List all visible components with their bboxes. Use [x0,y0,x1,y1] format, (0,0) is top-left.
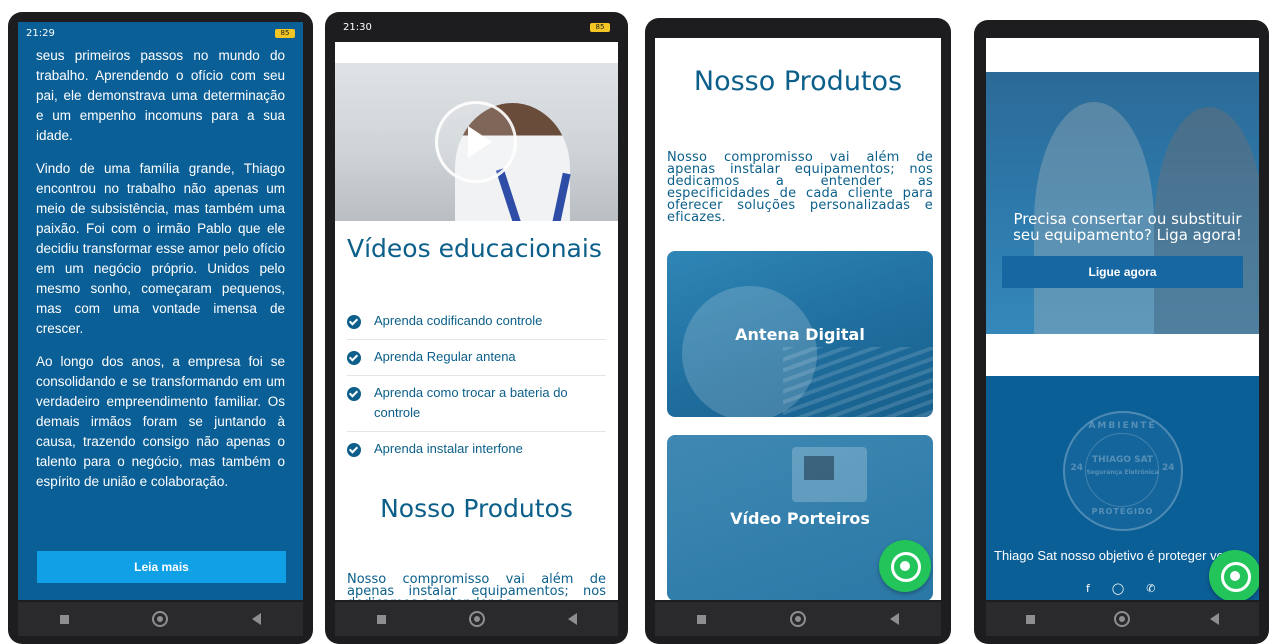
about-paragraph: Vindo de uma família grande, Thiago enco… [36,161,285,336]
battery-icon: 85 [275,28,295,38]
company-logo: AMBIENTE THIAGO SAT Segurança Eletrônica… [1062,411,1183,531]
status-bar [986,30,1259,38]
read-more-button[interactable]: Leia mais [37,551,286,583]
status-time: 21:29 [26,27,55,39]
about-text: seus primeiros passos no mundo do trabal… [36,46,285,505]
back-icon[interactable] [567,613,577,625]
android-nav-bar [335,602,618,636]
roof-image [783,347,933,417]
recents-icon[interactable] [1025,614,1035,624]
products-text: Nosso compromisso vai além de apenas ins… [347,572,606,600]
hero-banner: Precisa consertar ou substituir seu equi… [986,72,1259,334]
video-link[interactable]: Aprenda instalar interfone [374,439,523,459]
whatsapp-small-icon[interactable]: ✆ [1146,582,1155,595]
logo-hours-right: 24 [1161,463,1175,473]
screen: 21:29 85 seus primeiros passos no mundo … [18,22,303,600]
video-link[interactable]: Aprenda codificando controle [374,311,542,331]
screen: Nosso Produtos Nosso compromisso vai alé… [655,28,941,600]
video-list-item[interactable]: Aprenda como trocar a bateria do control… [347,376,606,432]
android-nav-bar [986,602,1259,636]
product-card-title: Vídeo Porteiros [730,508,870,528]
product-card-title: Antena Digital [735,324,865,344]
about-paragraph: seus primeiros passos no mundo do trabal… [36,48,285,143]
play-icon[interactable] [435,101,517,183]
facebook-icon[interactable]: f [1086,582,1090,595]
recents-icon[interactable] [59,614,69,624]
status-time: 21:30 [343,22,372,33]
home-icon[interactable] [1114,611,1131,627]
logo-hours-left: 24 [1070,463,1084,473]
phone-screenshot-2: 21:30 85 Vídeos educacionais Aprenda cod… [325,12,628,644]
video-link[interactable]: Aprenda como trocar a bateria do control… [374,383,606,423]
call-now-button[interactable]: Ligue agora [1002,256,1243,288]
home-icon[interactable] [152,611,169,627]
logo-bottom-text: PROTEGIDO [1091,507,1154,516]
whatsapp-icon[interactable] [879,540,931,592]
video-link[interactable]: Aprenda Regular antena [374,347,516,367]
video-list-item[interactable]: Aprenda codificando controle [347,304,606,340]
check-circle-icon [347,351,361,365]
back-icon[interactable] [890,613,899,625]
android-nav-bar [655,602,941,636]
products-title: Nosso Produtos [380,494,573,523]
product-card-antenna[interactable]: Antena Digital [667,251,933,417]
back-icon[interactable] [1210,613,1220,625]
phone-screenshot-3: Nosso Produtos Nosso compromisso vai alé… [645,18,951,644]
back-icon[interactable] [252,613,262,625]
android-nav-bar [18,602,303,636]
check-circle-icon [347,315,361,329]
home-icon[interactable] [468,611,485,627]
recents-icon[interactable] [376,614,386,624]
check-circle-icon [347,443,361,457]
about-paragraph: Ao longo dos anos, a empresa foi se cons… [36,354,285,489]
phone-screenshot-4: Precisa consertar ou substituir seu equi… [974,20,1269,644]
video-list: Aprenda codificando controle Aprenda Reg… [347,304,606,467]
products-title: Nosso Produtos [693,66,903,97]
video-list-item[interactable]: Aprenda Regular antena [347,340,606,376]
social-links: f ◯ ✆ [1086,582,1155,595]
recents-icon[interactable] [697,614,706,624]
status-bar [655,28,941,38]
video-thumbnail[interactable] [335,63,618,221]
instagram-icon[interactable]: ◯ [1112,582,1124,595]
logo-top-text: AMBIENTE [1088,421,1157,431]
screen: Precisa consertar ou substituir seu equi… [986,30,1259,600]
home-icon[interactable] [790,611,806,627]
video-list-item[interactable]: Aprenda instalar interfone [347,432,606,467]
phone-screenshot-1: 21:29 85 seus primeiros passos no mundo … [8,12,313,644]
whatsapp-icon[interactable] [1209,550,1259,600]
status-bar: 21:30 85 [335,22,618,42]
hero-message: Precisa consertar ou substituir seu equi… [1013,210,1242,244]
battery-icon: 85 [590,22,610,32]
status-bar: 21:29 85 [18,22,303,44]
products-text: Nosso compromisso vai além de apenas ins… [667,150,933,225]
screen: 21:30 85 Vídeos educacionais Aprenda cod… [335,22,618,600]
check-circle-icon [347,387,361,401]
intercom-image [792,447,867,502]
videos-heading: Vídeos educacionais [347,234,602,263]
